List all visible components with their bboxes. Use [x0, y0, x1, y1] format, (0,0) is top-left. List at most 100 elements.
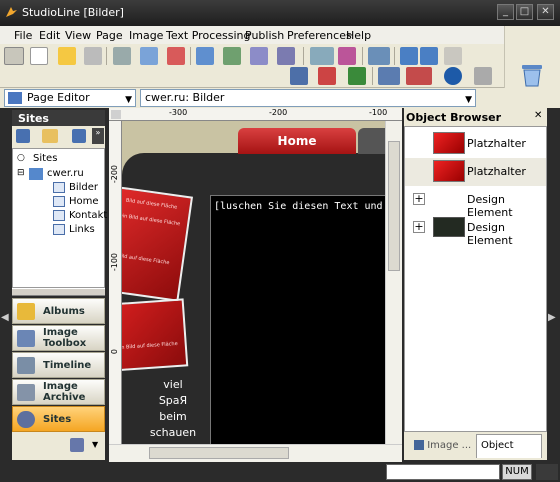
text-icon[interactable]: [290, 67, 308, 85]
copy-icon[interactable]: [140, 47, 158, 65]
item-label: Platzhalter: [467, 137, 526, 150]
save-icon[interactable]: [84, 47, 102, 65]
tab-object-browser[interactable]: Object Bro...: [476, 434, 542, 473]
list-item[interactable]: + Design Element: [405, 214, 546, 247]
horizontal-ruler: -300 -200 -100: [109, 108, 402, 121]
side-text-line: viel: [163, 378, 183, 391]
ruler-mark: -100: [369, 108, 388, 117]
title-bar: StudioLine [Bilder] _ □ ✕: [0, 0, 560, 26]
tree-item-kontakt[interactable]: Kontakt: [69, 210, 107, 221]
menu-image[interactable]: Image: [129, 29, 163, 42]
vertical-ruler: -200 -100 0: [109, 121, 122, 444]
open-folder-icon[interactable]: [58, 47, 76, 65]
maximize-button[interactable]: □: [516, 4, 533, 20]
close-button[interactable]: ✕: [537, 4, 554, 20]
scroll-thumb[interactable]: [388, 141, 400, 271]
layout-1-icon[interactable]: [196, 47, 214, 65]
expander-icon[interactable]: +: [413, 221, 425, 233]
redo-icon[interactable]: [420, 47, 438, 65]
vertical-scrollbar[interactable]: [385, 121, 402, 444]
tree-item-sites[interactable]: Sites: [33, 153, 57, 164]
folder-icon: [17, 303, 35, 320]
layout-2-icon[interactable]: [223, 47, 241, 65]
text-box[interactable]: [luschen Sie diesen Text und dro: [210, 195, 385, 444]
align-dropdown-icon[interactable]: [310, 47, 334, 65]
nav-sites[interactable]: Sites: [12, 406, 105, 432]
menu-bar: File Edit View Page Image Text Processin…: [0, 26, 504, 44]
resize-grip-icon[interactable]: [536, 464, 558, 480]
tree-item-links[interactable]: Links: [69, 224, 95, 235]
spellcheck-icon[interactable]: [318, 67, 336, 85]
photo-placeholder[interactable]: ein Bild auf diese Fläche: [122, 298, 189, 372]
options-icon[interactable]: [70, 438, 84, 452]
next-icon[interactable]: [72, 129, 86, 143]
panel-splitter[interactable]: [12, 288, 105, 296]
folder-open-icon[interactable]: [42, 129, 58, 143]
page-icon: [53, 182, 65, 193]
menu-publish[interactable]: Publish: [245, 29, 284, 42]
page-path-select[interactable]: cwer.ru: Bilder ▼: [140, 89, 476, 107]
layout-3-icon[interactable]: [250, 47, 268, 65]
chevron-down-icon: ▼: [125, 95, 132, 105]
check-abc-icon[interactable]: [348, 67, 366, 85]
zoom-icon[interactable]: [444, 67, 462, 85]
ruler-mark: -300: [169, 108, 188, 117]
minimize-button[interactable]: _: [497, 4, 514, 20]
home-tab[interactable]: Home: [238, 128, 356, 154]
tree-collapse-icon[interactable]: ⊟: [17, 168, 25, 178]
close-icon[interactable]: ✕: [534, 110, 542, 121]
placeholder-text: ein Bild auf diese Fläche: [122, 212, 181, 228]
menu-text-processing[interactable]: Text Processing: [166, 29, 250, 42]
expand-icon[interactable]: »: [92, 128, 104, 144]
list-item[interactable]: Platzhalter: [405, 130, 546, 158]
object-browser-title: Object Browser: [406, 111, 502, 124]
nav-image-toolbox[interactable]: Image Toolbox: [12, 325, 105, 351]
tree-item-cwer[interactable]: cwer.ru: [47, 168, 84, 179]
trash-icon[interactable]: [519, 62, 545, 88]
list-item[interactable]: + Design Element: [405, 186, 546, 219]
menu-page[interactable]: Page: [96, 29, 123, 42]
menu-preferences[interactable]: Preferences: [287, 29, 352, 42]
undo-icon[interactable]: [400, 47, 418, 65]
page-icon: [53, 196, 65, 207]
blank-tool-icon[interactable]: [4, 47, 24, 65]
cut-icon[interactable]: [113, 47, 131, 65]
distribute-icon[interactable]: [406, 67, 432, 85]
refresh-icon[interactable]: [444, 47, 462, 65]
list-item[interactable]: Platzhalter: [405, 158, 546, 186]
horizontal-scrollbar[interactable]: [109, 444, 402, 462]
eyedropper-icon[interactable]: [338, 47, 356, 65]
radio-icon[interactable]: ○: [17, 153, 25, 163]
collapse-right-icon[interactable]: ▶: [548, 312, 556, 323]
page-icon: [53, 224, 65, 235]
expander-icon[interactable]: +: [413, 193, 425, 205]
grid-icon[interactable]: [368, 47, 390, 65]
new-document-icon[interactable]: [30, 47, 48, 65]
timeline-icon: [17, 357, 35, 374]
menu-help[interactable]: Help: [346, 29, 371, 42]
nav-albums-label: Albums: [43, 305, 85, 317]
move-icon[interactable]: [474, 67, 492, 85]
arrange-icon[interactable]: [378, 67, 400, 85]
tab-image[interactable]: Image ...: [408, 436, 476, 456]
next-tab[interactable]: [358, 128, 385, 154]
nav-timeline[interactable]: Timeline: [12, 352, 105, 378]
chevron-down-icon[interactable]: ▼: [92, 440, 98, 449]
collapse-left-icon[interactable]: ◀: [1, 312, 9, 323]
nav-image-archive[interactable]: Image Archive: [12, 379, 105, 405]
menu-file[interactable]: File: [14, 29, 32, 42]
paste-icon[interactable]: [167, 47, 185, 65]
menu-view[interactable]: View: [65, 29, 91, 42]
layout-4-icon[interactable]: [277, 47, 295, 65]
view-mode-select[interactable]: Page Editor ▼: [4, 89, 136, 107]
up-icon[interactable]: [16, 129, 30, 143]
page-canvas[interactable]: Home Bild auf diese Fläche ein Bild auf …: [122, 121, 385, 444]
thumbnail: [433, 160, 465, 182]
tree-item-bilder[interactable]: Bilder: [69, 182, 98, 193]
left-footer: ▼: [12, 432, 105, 460]
tree-item-home[interactable]: Home: [69, 196, 99, 207]
nav-albums[interactable]: Albums: [12, 298, 105, 324]
menu-edit[interactable]: Edit: [39, 29, 60, 42]
object-browser-list: Platzhalter Platzhalter + Design Element…: [404, 126, 547, 432]
scroll-thumb[interactable]: [149, 447, 289, 459]
